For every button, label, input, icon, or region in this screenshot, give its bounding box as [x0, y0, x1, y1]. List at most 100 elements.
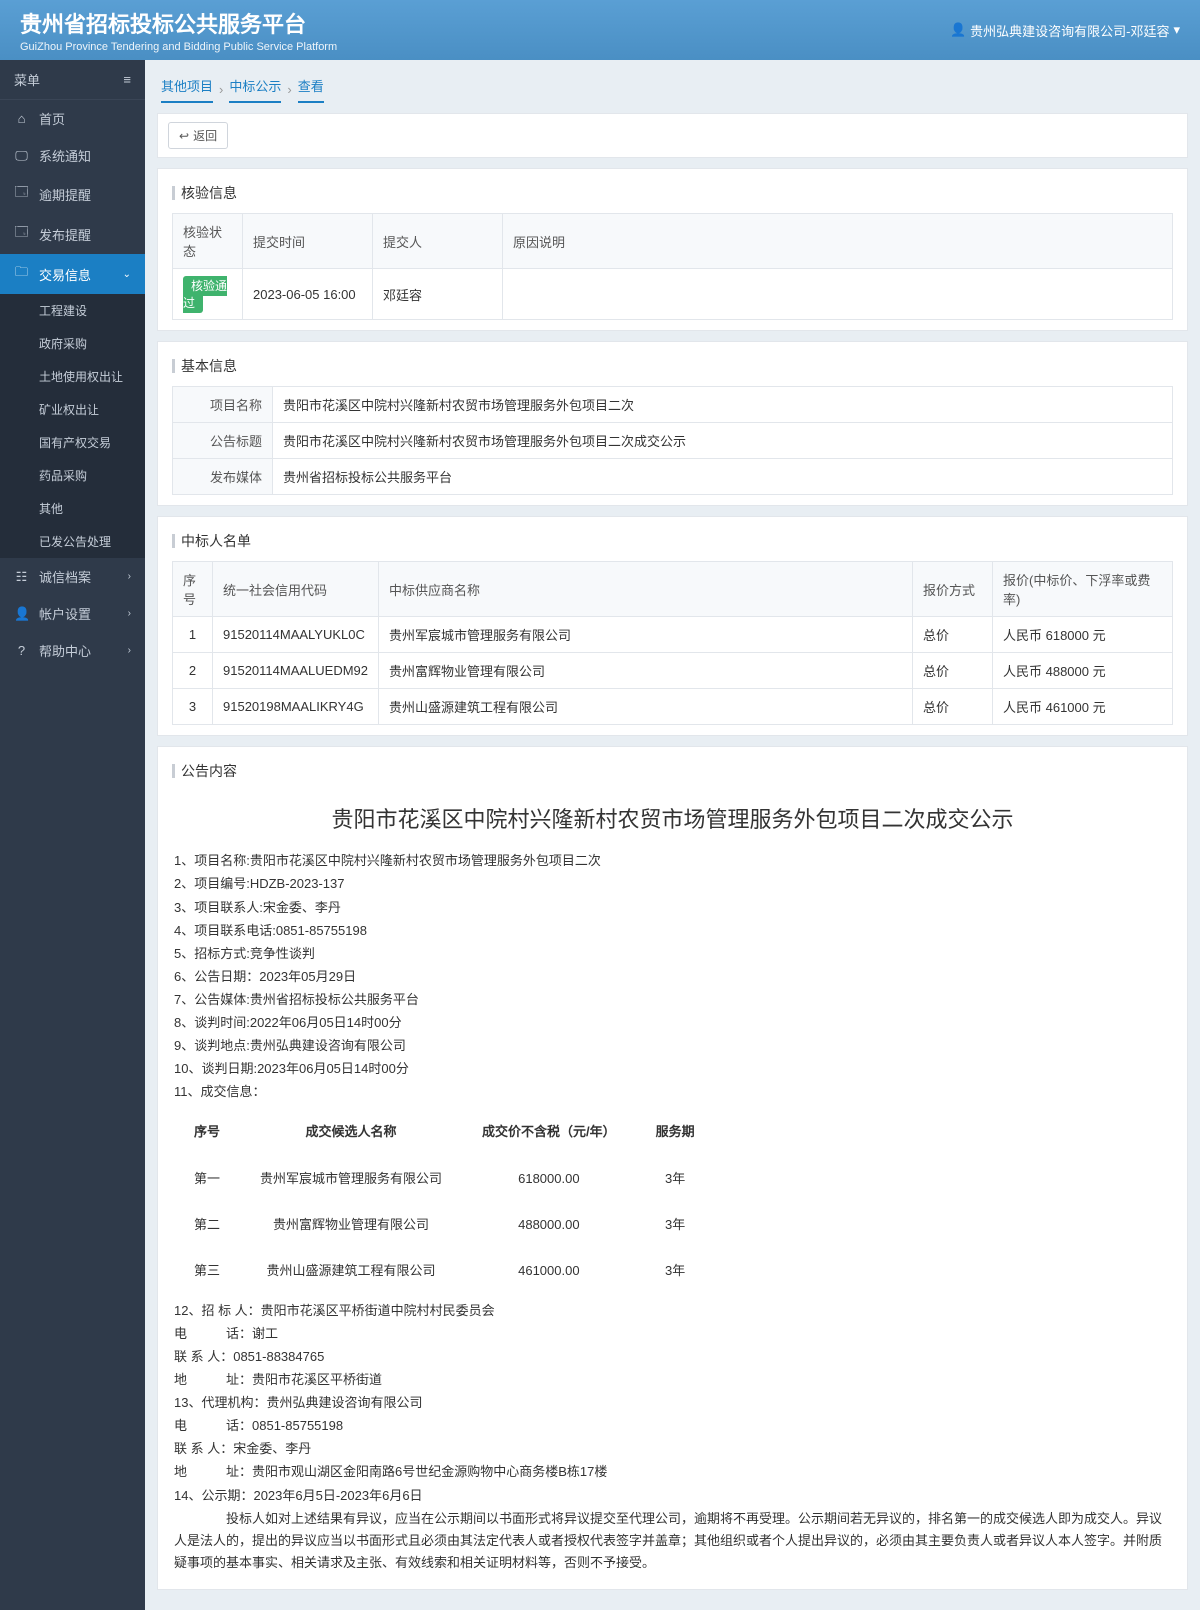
- nav-icon: 👤: [14, 606, 29, 622]
- kv-row: 项目名称贵阳市花溪区中院村兴隆新村农贸市场管理服务外包项目二次: [172, 386, 1173, 423]
- notice-line: 6、公告日期：2023年05月29日: [174, 966, 1171, 988]
- user-name: 贵州弘典建设咨询有限公司-邓廷容: [970, 21, 1169, 40]
- notice-panel: 公告内容 贵阳市花溪区中院村兴隆新村农贸市场管理服务外包项目二次成交公示 1、项…: [157, 746, 1188, 1590]
- sidebar-item-label: 系统通知: [39, 146, 91, 165]
- notice-line: 5、招标方式:竞争性谈判: [174, 943, 1171, 965]
- status-badge: 核验通过: [183, 276, 227, 313]
- sidebar: 菜单 ≡ ⌂ 首页 🖵 系统通知 🗔 逾期提醒 🗔 发布提醒 🗀 交易信息 ⌄ 工程建设政府采…: [0, 60, 145, 1610]
- back-button[interactable]: ↩ 返回: [168, 122, 228, 149]
- kv-row: 公告标题贵阳市花溪区中院村兴隆新村农贸市场管理服务外包项目二次成交公示: [172, 423, 1173, 459]
- nav-icon: 🗔: [14, 183, 29, 205]
- chevron-right-icon: ›: [128, 571, 131, 582]
- back-icon: ↩: [179, 129, 189, 143]
- sidebar-item-trade[interactable]: 🗀 交易信息 ⌄: [0, 254, 145, 294]
- col-reason: 原因说明: [503, 214, 1173, 269]
- sidebar-item[interactable]: 👤 帐户设置 ›: [0, 595, 145, 632]
- back-label: 返回: [193, 127, 217, 144]
- col-header: 序号: [174, 1109, 240, 1155]
- sidebar-item-label: 诚信档案: [39, 567, 91, 586]
- notice-line: 1、项目名称:贵阳市花溪区中院村兴隆新村农贸市场管理服务外包项目二次: [174, 850, 1171, 872]
- notice-line: 14、公示期：2023年6月5日-2023年6月6日: [174, 1485, 1171, 1507]
- col-header: 报价方式: [913, 562, 993, 617]
- notice-line: 12、招 标 人：贵阳市花溪区平桥街道中院村村民委员会: [174, 1300, 1171, 1322]
- col-header: 中标供应商名称: [379, 562, 913, 617]
- sidebar-sub-item[interactable]: 药品采购: [0, 459, 145, 492]
- table-row: 291520114MAALUEDM92贵州富辉物业管理有限公司总价人民币 488…: [173, 653, 1173, 689]
- chevron-right-icon: ›: [128, 608, 131, 619]
- sidebar-item-label: 逾期提醒: [39, 185, 91, 204]
- nav-icon: ⌂: [14, 111, 29, 126]
- kv-value: 贵州省招标投标公共服务平台: [273, 459, 1172, 494]
- breadcrumb-sep: ›: [219, 82, 223, 97]
- kv-value: 贵阳市花溪区中院村兴隆新村农贸市场管理服务外包项目二次: [273, 387, 852, 422]
- nav-icon: 🗔: [14, 223, 29, 245]
- col-status: 核验状态: [173, 214, 243, 269]
- cell-submitter: 邓廷容: [373, 269, 503, 320]
- sidebar-item-label: 发布提醒: [39, 225, 91, 244]
- folder-icon: 🗀: [14, 263, 29, 285]
- nav-icon: ?: [14, 643, 29, 658]
- col-header: 服务期: [636, 1109, 715, 1155]
- sidebar-sub-item[interactable]: 国有产权交易: [0, 426, 145, 459]
- sidebar-sub-item[interactable]: 工程建设: [0, 294, 145, 327]
- table-row: 核验通过 2023-06-05 16:00 邓廷容: [173, 269, 1173, 320]
- notice-line: 10、谈判日期:2023年06月05日14时00分: [174, 1058, 1171, 1080]
- table-row: 391520198MAALIKRY4G贵州山盛源建筑工程有限公司总价人民币 46…: [173, 689, 1173, 725]
- notice-line: 8、谈判时间:2022年06月05日14时00分: [174, 1012, 1171, 1034]
- sidebar-item[interactable]: ☷诚信档案›: [0, 558, 145, 595]
- notice-line: 4、项目联系电话:0851-85755198: [174, 920, 1171, 942]
- table-row: 191520114MAALYUKL0C贵州军宸城市管理服务有限公司总价人民币 6…: [173, 617, 1173, 653]
- notice-line: 11、成交信息：: [174, 1081, 1171, 1103]
- app-header: 贵州省招标投标公共服务平台 GuiZhou Province Tendering…: [0, 0, 1200, 60]
- sidebar-item-label: 交易信息: [39, 265, 91, 284]
- sidebar-item[interactable]: 🖵 系统通知: [0, 137, 145, 174]
- sidebar-item[interactable]: 🗔 逾期提醒: [0, 174, 145, 214]
- kv-value: 贵阳市花溪区中院村兴隆新村农贸市场管理服务外包项目二次成交公示: [273, 423, 1172, 458]
- col-header: 报价(中标价、下浮率或费率): [993, 562, 1173, 617]
- notice-line: 电 话：0851-85755198: [174, 1415, 1171, 1437]
- verify-panel: 核验信息 核验状态 提交时间 提交人 原因说明 核验通过 2023-06-05 …: [157, 168, 1188, 331]
- chevron-down-icon: ⌄: [123, 269, 131, 280]
- col-submitter: 提交人: [373, 214, 503, 269]
- notice-line: 地 址：贵阳市花溪区平桥街道: [174, 1369, 1171, 1391]
- sidebar-sub-item[interactable]: 政府采购: [0, 327, 145, 360]
- sidebar-item-label: 首页: [39, 109, 65, 128]
- section-title: 公告内容: [172, 757, 1173, 791]
- main-content: 其他项目 › 中标公示 › 查看 ↩ 返回 核验信息 核验状态 提交时间 提交人…: [145, 60, 1200, 1610]
- cell-reason: [503, 269, 1173, 320]
- verify-table: 核验状态 提交时间 提交人 原因说明 核验通过 2023-06-05 16:00…: [172, 213, 1173, 320]
- kv-value-empty: [852, 387, 1172, 422]
- user-icon: 👤: [950, 22, 966, 38]
- kv-row: 发布媒体贵州省招标投标公共服务平台: [172, 459, 1173, 495]
- sidebar-menu-label: 菜单: [14, 70, 40, 89]
- nav-icon: 🖵: [14, 148, 29, 164]
- sidebar-item[interactable]: 🗔 发布提醒: [0, 214, 145, 254]
- sidebar-item-label: 帐户设置: [39, 604, 91, 623]
- breadcrumb: 其他项目 › 中标公示 › 查看: [157, 68, 1188, 103]
- notice-line: 9、谈判地点:贵州弘典建设咨询有限公司: [174, 1035, 1171, 1057]
- table-row: 第二贵州富辉物业管理有限公司488000.003年: [174, 1202, 715, 1248]
- app-title: 贵州省招标投标公共服务平台: [20, 7, 337, 39]
- chevron-down-icon: ▾: [1173, 22, 1180, 38]
- app-subtitle: GuiZhou Province Tendering and Bidding P…: [20, 41, 337, 53]
- kv-label: 发布媒体: [173, 459, 273, 494]
- breadcrumb-item: 查看: [298, 76, 324, 103]
- breadcrumb-item[interactable]: 中标公示: [229, 76, 281, 103]
- col-time: 提交时间: [243, 214, 373, 269]
- sidebar-item[interactable]: ? 帮助中心 ›: [0, 632, 145, 669]
- kv-label: 项目名称: [173, 387, 273, 422]
- sidebar-sub-item[interactable]: 土地使用权出让: [0, 360, 145, 393]
- notice-footer: 投标人如对上述结果有异议，应当在公示期间以书面形式将异议提交至代理公司，逾期将不…: [174, 1508, 1171, 1574]
- sidebar-sub-item[interactable]: 矿业权出让: [0, 393, 145, 426]
- notice-line: 3、项目联系人:宋金委、李丹: [174, 897, 1171, 919]
- breadcrumb-item[interactable]: 其他项目: [161, 76, 213, 103]
- menu-toggle-icon[interactable]: ≡: [123, 72, 131, 87]
- chevron-right-icon: ›: [128, 645, 131, 656]
- notice-line: 地 址：贵阳市观山湖区金阳南路6号世纪金源购物中心商务楼B栋17楼: [174, 1461, 1171, 1483]
- sidebar-item[interactable]: ⌂ 首页: [0, 100, 145, 137]
- user-menu[interactable]: 👤 贵州弘典建设咨询有限公司-邓廷容 ▾: [950, 21, 1180, 40]
- sidebar-sub-item[interactable]: 已发公告处理: [0, 525, 145, 558]
- sidebar-item-label: 帮助中心: [39, 641, 91, 660]
- col-header: 成交价不含税（元/年）: [462, 1109, 636, 1155]
- sidebar-sub-item[interactable]: 其他: [0, 492, 145, 525]
